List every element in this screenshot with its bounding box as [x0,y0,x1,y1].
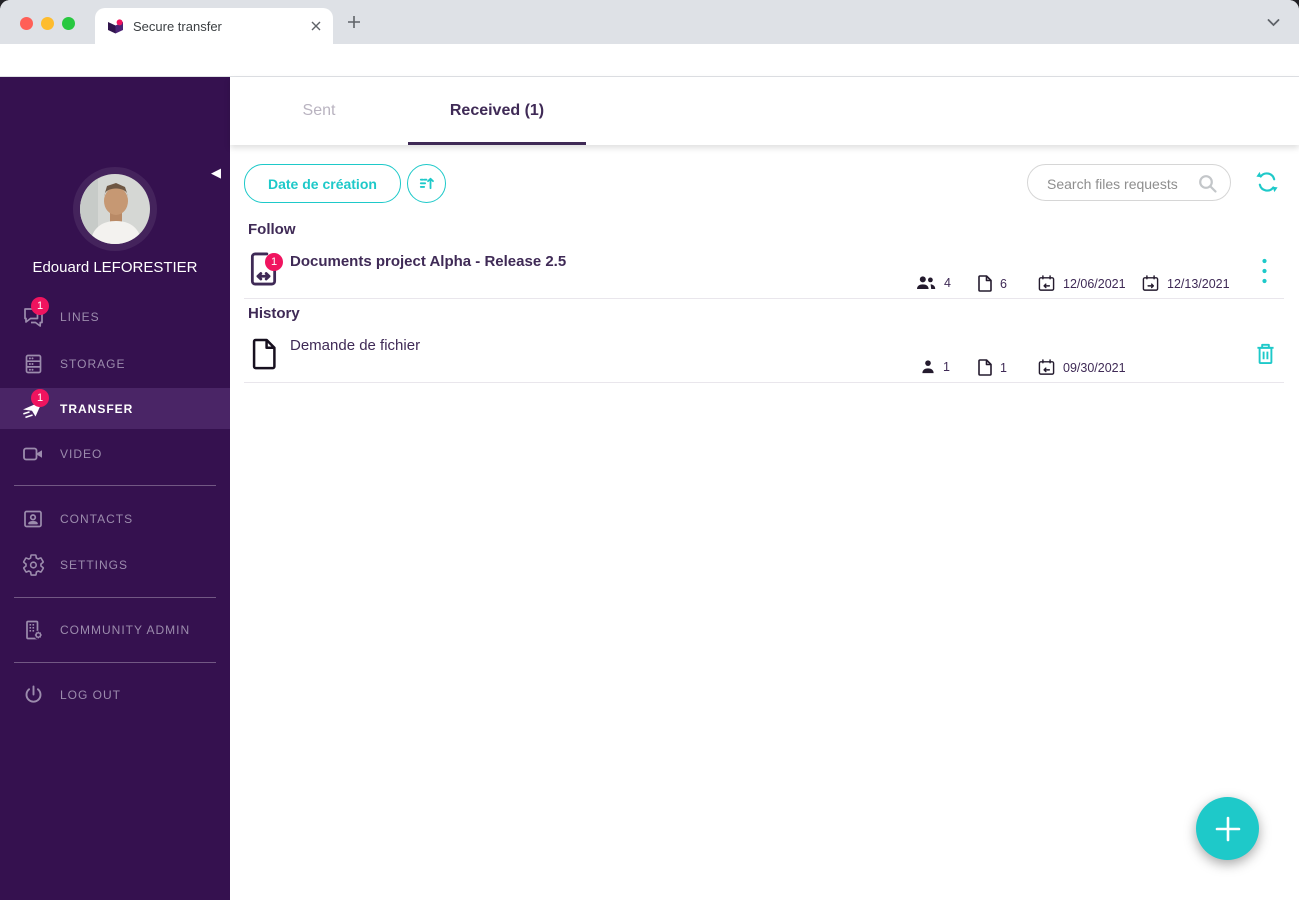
calendar-end-icon [1142,275,1159,291]
close-window-button[interactable] [20,17,33,30]
sidebar-item-community-admin[interactable]: COMMUNITY ADMIN [0,611,230,649]
transfer-title: Documents project Alpha - Release 2.5 [290,253,567,270]
search-icon[interactable] [1197,173,1218,194]
plus-icon [1215,816,1240,841]
file-request-icon [252,338,277,370]
search-input[interactable] [1045,165,1194,202]
calendar-start-icon [1038,359,1055,375]
tab-received[interactable]: Received (1) [408,77,586,145]
minimize-window-button[interactable] [41,17,54,30]
power-icon [18,683,48,707]
transfer-tabs-bar: Sent Received (1) [230,77,1299,145]
sidebar-collapse-icon[interactable]: ◀ [211,167,221,180]
transfer-badge: 1 [31,388,49,407]
row-menu-kebab-icon[interactable] [1256,254,1273,288]
user-avatar[interactable] [73,167,157,251]
sidebar-item-video[interactable]: VIDEO [0,435,230,473]
transfer-title: Demande de fichier [290,337,421,354]
people-icon [917,276,936,289]
user-avatar-photo [80,174,150,244]
history-transfer-row[interactable]: Demande de fichier 1 1 09/30/2021 [244,330,1284,383]
delete-trash-icon[interactable] [1256,343,1275,365]
files-meta: 6 [978,275,1007,292]
tab-list-chevron-icon[interactable] [1266,16,1281,29]
tab-close-icon[interactable] [311,21,321,31]
file-icon [978,359,992,376]
row-unread-badge: 1 [265,253,283,271]
transfer-icon: 1 [18,388,49,421]
sidebar-item-lines[interactable]: 1 LINES [0,297,230,336]
start-date-meta: 12/06/2021 [1038,275,1126,292]
browser-tab[interactable]: Secure transfer [95,8,333,44]
recipients-meta: 1 [921,359,950,374]
video-camera-icon [18,442,48,466]
gear-icon [18,553,48,577]
calendar-start-icon [1038,275,1055,291]
sort-order-button[interactable] [407,164,446,203]
sort-by-creation-date-button[interactable]: Date de création [244,164,401,203]
zoom-window-button[interactable] [62,17,75,30]
date-meta: 09/30/2021 [1038,359,1126,376]
end-date-meta: 12/13/2021 [1142,275,1230,292]
tab-sent[interactable]: Sent [230,77,408,145]
storage-icon [18,352,48,376]
section-title-history: History [248,305,300,322]
follow-transfer-row[interactable]: 1 Documents project Alpha - Release 2.5 … [244,246,1284,299]
sort-ascending-icon [419,177,434,190]
sidebar: ◀ Edouard LEFORESTIER 1 LINES STORAGE 1 … [0,77,230,900]
sidebar-item-contacts[interactable]: CONTACTS [0,500,230,538]
sidebar-item-settings[interactable]: SETTINGS [0,546,230,584]
person-icon [922,360,934,374]
tab-title: Secure transfer [133,18,222,34]
building-gear-icon [18,618,48,642]
contacts-card-icon [18,507,48,531]
chat-icon: 1 [18,297,49,329]
search-box [1027,164,1231,202]
browser-tabstrip: Secure transfer [0,0,1299,44]
sidebar-divider [14,597,216,598]
section-title-follow: Follow [248,221,296,238]
new-transfer-fab-button[interactable] [1196,797,1259,860]
files-meta: 1 [978,359,1007,376]
favicon [107,18,124,35]
sidebar-item-storage[interactable]: STORAGE [0,345,230,383]
lines-badge: 1 [31,297,49,315]
sidebar-item-transfer[interactable]: 1 TRANSFER [0,388,230,429]
refresh-icon[interactable] [1254,169,1280,195]
sidebar-divider [14,485,216,486]
user-name: Edouard LEFORESTIER [32,259,198,276]
file-icon [978,275,992,292]
browser-toolbar: shadline.com/app/transfer [0,44,1299,118]
recipients-meta: 4 [916,275,951,290]
active-tab-indicator [408,142,586,145]
sidebar-item-logout[interactable]: LOG OUT [0,676,230,714]
browser-window: Secure transfer ◀ Edouard LEFORESTIER 1 … [0,0,1299,900]
sidebar-divider [14,662,216,663]
new-tab-button[interactable] [347,15,361,29]
